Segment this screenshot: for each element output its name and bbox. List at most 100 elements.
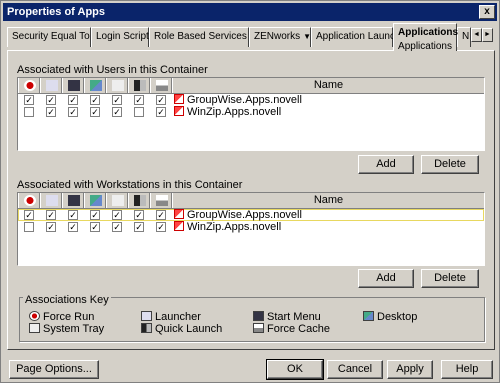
start-menu-checkbox[interactable]: ✓ — [68, 95, 78, 105]
table-row[interactable]: ✓ ✓ ✓ ✓ ✓ WinZip.Apps.novell — [18, 106, 484, 118]
tab-login-script[interactable]: Login Script — [91, 27, 149, 47]
column-start-menu[interactable] — [62, 193, 84, 208]
launcher-icon — [46, 80, 58, 91]
launcher-checkbox[interactable]: ✓ — [46, 210, 56, 220]
close-button[interactable]: x — [479, 5, 495, 19]
desktop-icon — [363, 311, 374, 321]
force-run-checkbox[interactable] — [24, 107, 34, 117]
workstations-delete-button[interactable]: Delete — [421, 269, 479, 288]
column-force-cache[interactable] — [150, 78, 172, 93]
chevron-down-icon[interactable]: ▼ — [303, 32, 311, 41]
column-launcher[interactable] — [40, 78, 62, 93]
quick-launch-checkbox[interactable]: ✓ — [134, 95, 144, 105]
column-desktop[interactable] — [84, 78, 106, 93]
force-cache-checkbox[interactable]: ✓ — [156, 222, 166, 232]
key-label: Launcher — [155, 311, 201, 323]
apply-button[interactable]: Apply — [387, 360, 433, 379]
quick-launch-checkbox[interactable] — [134, 107, 144, 117]
tab-sublabel: Applications — [398, 41, 452, 52]
force-cache-checkbox[interactable]: ✓ — [156, 107, 166, 117]
start-menu-checkbox[interactable]: ✓ — [68, 107, 78, 117]
column-force-run[interactable] — [18, 193, 40, 208]
cancel-button[interactable]: Cancel — [327, 360, 383, 379]
launcher-checkbox[interactable]: ✓ — [46, 95, 56, 105]
tab-zenworks[interactable]: ZENworks ▼ — [249, 27, 311, 47]
start-menu-checkbox[interactable]: ✓ — [68, 222, 78, 232]
key-quick-launch: Quick Launch — [141, 323, 222, 335]
column-system-tray[interactable] — [106, 193, 128, 208]
workstations-section-label: Associated with Workstations in this Con… — [17, 179, 243, 191]
column-desktop[interactable] — [84, 193, 106, 208]
tab-overflow[interactable]: N — [457, 27, 471, 47]
quick-launch-icon — [134, 80, 146, 91]
key-system-tray: System Tray — [29, 323, 104, 335]
workstations-add-button[interactable]: Add — [358, 269, 414, 288]
force-run-checkbox[interactable]: ✓ — [24, 95, 34, 105]
name-column-header[interactable]: Name — [172, 193, 484, 208]
desktop-checkbox[interactable]: ✓ — [90, 222, 100, 232]
system-tray-icon — [29, 323, 40, 333]
ok-button[interactable]: OK — [266, 359, 324, 380]
application-icon — [174, 221, 184, 231]
force-run-checkbox[interactable]: ✓ — [24, 210, 34, 220]
application-icon — [174, 94, 184, 104]
users-grid: Name ✓ ✓ ✓ ✓ ✓ ✓ ✓ GroupWise.Apps.novell… — [17, 77, 485, 151]
tab-scroll-left-button[interactable]: ◄ — [471, 28, 482, 42]
table-row[interactable]: ✓ ✓ ✓ ✓ ✓ ✓ WinZip.Apps.novell — [18, 221, 484, 233]
app-name: GroupWise.Apps.novell — [187, 209, 302, 221]
tab-label: ZENworks — [254, 31, 301, 42]
app-name-cell: GroupWise.Apps.novell — [174, 94, 302, 106]
force-run-checkbox[interactable] — [24, 222, 34, 232]
system-tray-icon — [112, 195, 124, 206]
force-cache-icon — [253, 323, 264, 333]
launcher-checkbox[interactable]: ✓ — [46, 222, 56, 232]
system-tray-checkbox[interactable]: ✓ — [112, 107, 122, 117]
table-row[interactable]: ✓ ✓ ✓ ✓ ✓ ✓ ✓ GroupWise.Apps.novell — [18, 209, 484, 221]
tab-security-equal-to-me[interactable]: Security Equal To Me — [7, 27, 106, 47]
tab-scroll-right-button[interactable]: ► — [482, 28, 493, 42]
launcher-checkbox[interactable]: ✓ — [46, 107, 56, 117]
column-quick-launch[interactable] — [128, 193, 150, 208]
start-menu-checkbox[interactable]: ✓ — [68, 210, 78, 220]
name-column-header[interactable]: Name — [172, 78, 484, 93]
force-cache-checkbox[interactable]: ✓ — [156, 95, 166, 105]
launcher-icon — [46, 195, 58, 206]
force-cache-checkbox[interactable]: ✓ — [156, 210, 166, 220]
users-add-button[interactable]: Add — [358, 155, 414, 174]
desktop-icon — [90, 80, 102, 91]
help-button[interactable]: Help — [441, 360, 493, 379]
tab-role-based-services[interactable]: Role Based Services▼ — [149, 27, 258, 47]
key-label: Quick Launch — [155, 323, 223, 335]
column-system-tray[interactable] — [106, 78, 128, 93]
system-tray-checkbox[interactable]: ✓ — [112, 222, 122, 232]
column-force-run[interactable] — [18, 78, 40, 93]
app-name-cell: GroupWise.Apps.novell — [174, 209, 302, 221]
start-menu-icon — [68, 80, 80, 91]
quick-launch-checkbox[interactable]: ✓ — [134, 210, 144, 220]
tab-application-launcher[interactable]: Application Launcher — [311, 27, 409, 47]
users-delete-button[interactable]: Delete — [421, 155, 479, 174]
key-label: System Tray — [43, 323, 105, 335]
tab-label: N — [462, 31, 470, 42]
column-launcher[interactable] — [40, 193, 62, 208]
system-tray-checkbox[interactable]: ✓ — [112, 95, 122, 105]
tab-strip: Security Equal To Me Login Script Role B… — [7, 23, 495, 52]
tab-applications[interactable]: Applications Applications — [393, 23, 458, 52]
column-force-cache[interactable] — [150, 193, 172, 208]
key-launcher: Launcher — [141, 311, 201, 323]
workstations-grid: Name ✓ ✓ ✓ ✓ ✓ ✓ ✓ GroupWise.Apps.novell… — [17, 192, 485, 266]
column-start-menu[interactable] — [62, 78, 84, 93]
column-quick-launch[interactable] — [128, 78, 150, 93]
desktop-checkbox[interactable]: ✓ — [90, 210, 100, 220]
key-label: Start Menu — [267, 311, 321, 323]
table-row[interactable]: ✓ ✓ ✓ ✓ ✓ ✓ ✓ GroupWise.Apps.novell — [18, 94, 484, 106]
system-tray-checkbox[interactable]: ✓ — [112, 210, 122, 220]
force-cache-icon — [156, 195, 168, 206]
page-options-button[interactable]: Page Options... — [9, 360, 99, 379]
start-menu-icon — [253, 311, 264, 321]
desktop-checkbox[interactable]: ✓ — [90, 95, 100, 105]
app-name-cell: WinZip.Apps.novell — [174, 221, 281, 233]
desktop-checkbox[interactable]: ✓ — [90, 107, 100, 117]
quick-launch-checkbox[interactable]: ✓ — [134, 222, 144, 232]
application-icon — [174, 209, 184, 219]
